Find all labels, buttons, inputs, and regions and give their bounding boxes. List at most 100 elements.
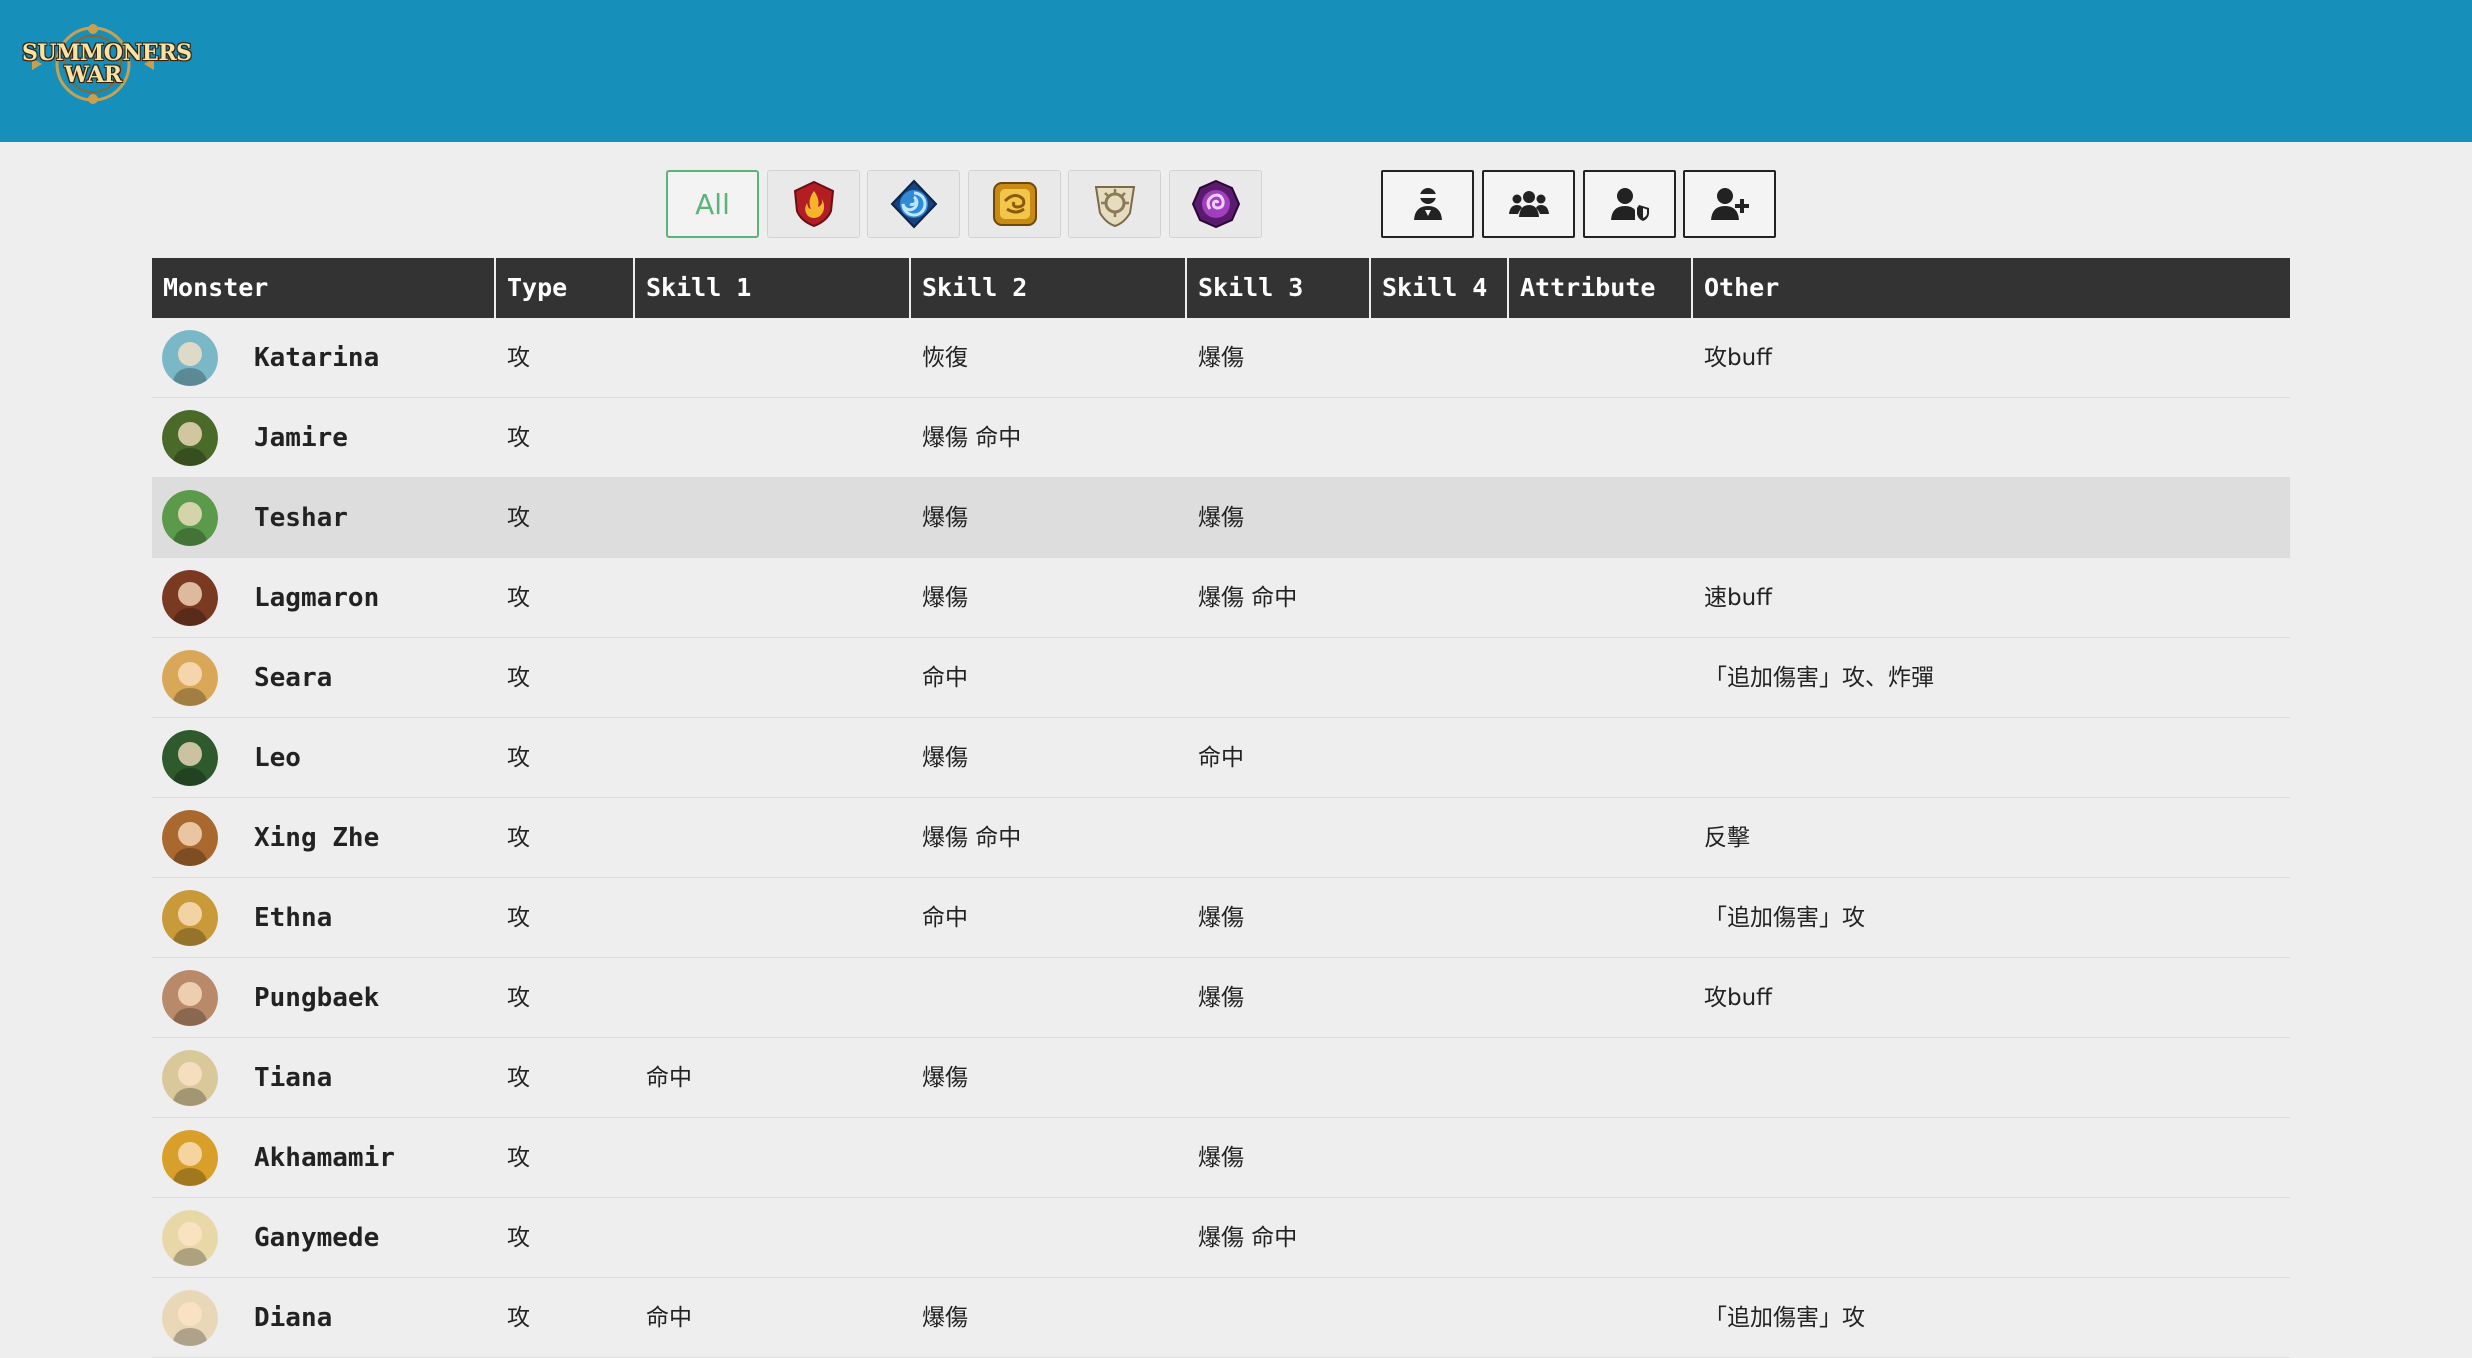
- monster-avatar[interactable]: [162, 1050, 218, 1106]
- other-cell: [1693, 1118, 2290, 1198]
- logo-line-1: SUMMONERS: [22, 40, 192, 66]
- column-header-type[interactable]: Type: [496, 258, 635, 318]
- skill-3-cell: 爆傷: [1198, 345, 1244, 371]
- table-row[interactable]: Tiana 攻 命中 爆傷: [152, 1038, 2290, 1118]
- table-row[interactable]: Lagmaron 攻 爆傷 爆傷 命中 速buff: [152, 558, 2290, 638]
- monster-cell[interactable]: Pungbaek: [152, 958, 496, 1038]
- monster-name[interactable]: Pungbaek: [254, 958, 379, 1038]
- attribute-cell: [1509, 1038, 1693, 1118]
- monster-cell[interactable]: Jamire: [152, 398, 496, 478]
- filter-wind-button[interactable]: [968, 170, 1061, 238]
- monster-cell[interactable]: Lagmaron: [152, 558, 496, 638]
- skill-2-cell: 爆傷: [922, 1305, 968, 1331]
- table-row[interactable]: Pungbaek 攻 爆傷 攻buff: [152, 958, 2290, 1038]
- monster-avatar[interactable]: [162, 490, 218, 546]
- table-row[interactable]: Seara 攻 命中 「追加傷害」攻、炸彈: [152, 638, 2290, 718]
- table-row[interactable]: Teshar 攻 爆傷 爆傷: [152, 478, 2290, 558]
- monster-name[interactable]: Tiana: [254, 1038, 332, 1118]
- table-row[interactable]: Katarina 攻 恢復 爆傷 攻buff: [152, 318, 2290, 398]
- skill-4-cell: [1371, 718, 1509, 798]
- filter-defense-button[interactable]: [1583, 170, 1676, 238]
- skill-4-cell: [1371, 398, 1509, 478]
- monster-name[interactable]: Xing Zhe: [254, 798, 379, 878]
- type-cell: 攻: [507, 505, 530, 531]
- monster-name[interactable]: Akhamamir: [254, 1118, 395, 1198]
- monster-cell[interactable]: Teshar: [152, 478, 496, 558]
- monster-avatar[interactable]: [162, 1210, 218, 1266]
- monster-name[interactable]: Jamire: [254, 398, 348, 478]
- type-cell: 攻: [507, 1225, 530, 1251]
- summoners-war-logo[interactable]: SUMMONERS WAR: [22, 24, 192, 104]
- type-cell: 攻: [507, 825, 530, 851]
- monster-cell[interactable]: Seara: [152, 638, 496, 718]
- table-row[interactable]: Akhamamir 攻 爆傷: [152, 1118, 2290, 1198]
- column-header-skill-2[interactable]: Skill 2: [911, 258, 1187, 318]
- column-header-monster[interactable]: Monster: [152, 258, 496, 318]
- type-cell: 攻: [507, 585, 530, 611]
- monster-avatar[interactable]: [162, 410, 218, 466]
- monster-avatar[interactable]: [162, 650, 218, 706]
- filter-support-button[interactable]: [1683, 170, 1776, 238]
- table-row[interactable]: Jamire 攻 爆傷 命中: [152, 398, 2290, 478]
- monster-avatar[interactable]: [162, 730, 218, 786]
- table-row[interactable]: Leo 攻 爆傷 命中: [152, 718, 2290, 798]
- table-row[interactable]: Diana 攻 命中 爆傷 「追加傷害」攻: [152, 1278, 2290, 1358]
- table-row[interactable]: Ganymede 攻 爆傷 命中: [152, 1198, 2290, 1278]
- monster-avatar[interactable]: [162, 970, 218, 1026]
- monster-avatar[interactable]: [162, 570, 218, 626]
- monster-cell[interactable]: Ethna: [152, 878, 496, 958]
- skill-4-cell: [1371, 878, 1509, 958]
- skill-4-cell: [1371, 318, 1509, 398]
- column-header-attribute[interactable]: Attribute: [1509, 258, 1693, 318]
- monster-name[interactable]: Teshar: [254, 478, 348, 558]
- other-cell: 「追加傷害」攻、炸彈: [1704, 665, 1934, 691]
- filter-attacker-button[interactable]: [1381, 170, 1474, 238]
- monster-name[interactable]: Diana: [254, 1278, 332, 1358]
- monster-cell[interactable]: Xing Zhe: [152, 798, 496, 878]
- filter-light-button[interactable]: [1068, 170, 1161, 238]
- column-header-skill-1[interactable]: Skill 1: [635, 258, 911, 318]
- monster-name[interactable]: Lagmaron: [254, 558, 379, 638]
- monster-avatar[interactable]: [162, 810, 218, 866]
- skill-1-cell: [635, 798, 911, 878]
- table-row[interactable]: Ethna 攻 命中 爆傷 「追加傷害」攻: [152, 878, 2290, 958]
- monster-cell[interactable]: Diana: [152, 1278, 496, 1358]
- filter-all-button[interactable]: All: [666, 170, 759, 238]
- monster-avatar[interactable]: [162, 1290, 218, 1346]
- monster-cell[interactable]: Tiana: [152, 1038, 496, 1118]
- type-cell: 攻: [507, 1065, 530, 1091]
- skill-2-cell: 爆傷: [922, 505, 968, 531]
- skill-2-cell: 命中: [922, 665, 968, 691]
- filter-dark-button[interactable]: [1169, 170, 1262, 238]
- skill-3-cell: 爆傷: [1198, 505, 1244, 531]
- monster-cell[interactable]: Katarina: [152, 318, 496, 398]
- skill-4-cell: [1371, 1118, 1509, 1198]
- column-header-skill-4[interactable]: Skill 4: [1371, 258, 1509, 318]
- skill-4-cell: [1371, 1198, 1509, 1278]
- filter-group-button[interactable]: [1482, 170, 1575, 238]
- monster-avatar[interactable]: [162, 890, 218, 946]
- monster-avatar[interactable]: [162, 1130, 218, 1186]
- monster-cell[interactable]: Leo: [152, 718, 496, 798]
- monster-name[interactable]: Leo: [254, 718, 301, 798]
- monster-name[interactable]: Ganymede: [254, 1198, 379, 1278]
- column-header-skill-3[interactable]: Skill 3: [1187, 258, 1371, 318]
- filter-water-button[interactable]: [867, 170, 960, 238]
- monster-name[interactable]: Ethna: [254, 878, 332, 958]
- skill-1-cell: 命中: [646, 1065, 692, 1091]
- monster-cell[interactable]: Ganymede: [152, 1198, 496, 1278]
- monster-name[interactable]: Katarina: [254, 318, 379, 398]
- monster-name[interactable]: Seara: [254, 638, 332, 718]
- column-header-other[interactable]: Other: [1693, 258, 2290, 318]
- skill-4-cell: [1371, 638, 1509, 718]
- filter-fire-button[interactable]: [767, 170, 860, 238]
- monster-avatar[interactable]: [162, 330, 218, 386]
- type-cell: 攻: [507, 985, 530, 1011]
- monster-cell[interactable]: Akhamamir: [152, 1118, 496, 1198]
- skill-1-cell: [635, 958, 911, 1038]
- skill-1-cell: [635, 398, 911, 478]
- top-bar: SUMMONERS WAR: [0, 0, 2472, 142]
- skill-4-cell: [1371, 478, 1509, 558]
- skill-3-cell: 爆傷: [1198, 905, 1244, 931]
- table-row[interactable]: Xing Zhe 攻 爆傷 命中 反擊: [152, 798, 2290, 878]
